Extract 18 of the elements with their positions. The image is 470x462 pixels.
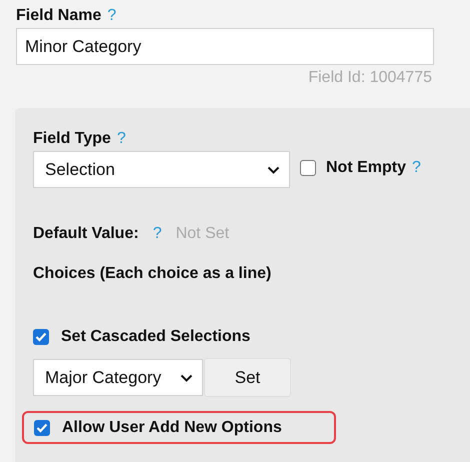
field-name-input[interactable]: Minor Category [16,28,434,65]
category-dropdown[interactable]: Major Category [33,359,203,396]
checkbox[interactable] [33,329,49,345]
field-id-text: Field Id: 1004775 [307,69,433,87]
field-type-dropdown[interactable]: Selection [33,151,290,188]
choices-label: Choices (Each choice as a line) [33,265,272,283]
checkbox-label: Not Empty [326,159,406,177]
field-label: Field Type [33,130,111,148]
checkbox-label: Set Cascaded Selections [61,328,250,346]
checkbox[interactable] [300,160,316,176]
field-label: Default Value: [33,225,139,243]
checkbox-label: Allow User Add New Options [62,418,282,436]
set-button[interactable]: Set [204,358,291,397]
default-value-text: Not Set [176,225,230,243]
chevron-down-icon [267,166,280,174]
chevron-down-icon [180,374,193,382]
field-label: Field Name [16,7,102,25]
checkbox[interactable] [34,420,50,436]
